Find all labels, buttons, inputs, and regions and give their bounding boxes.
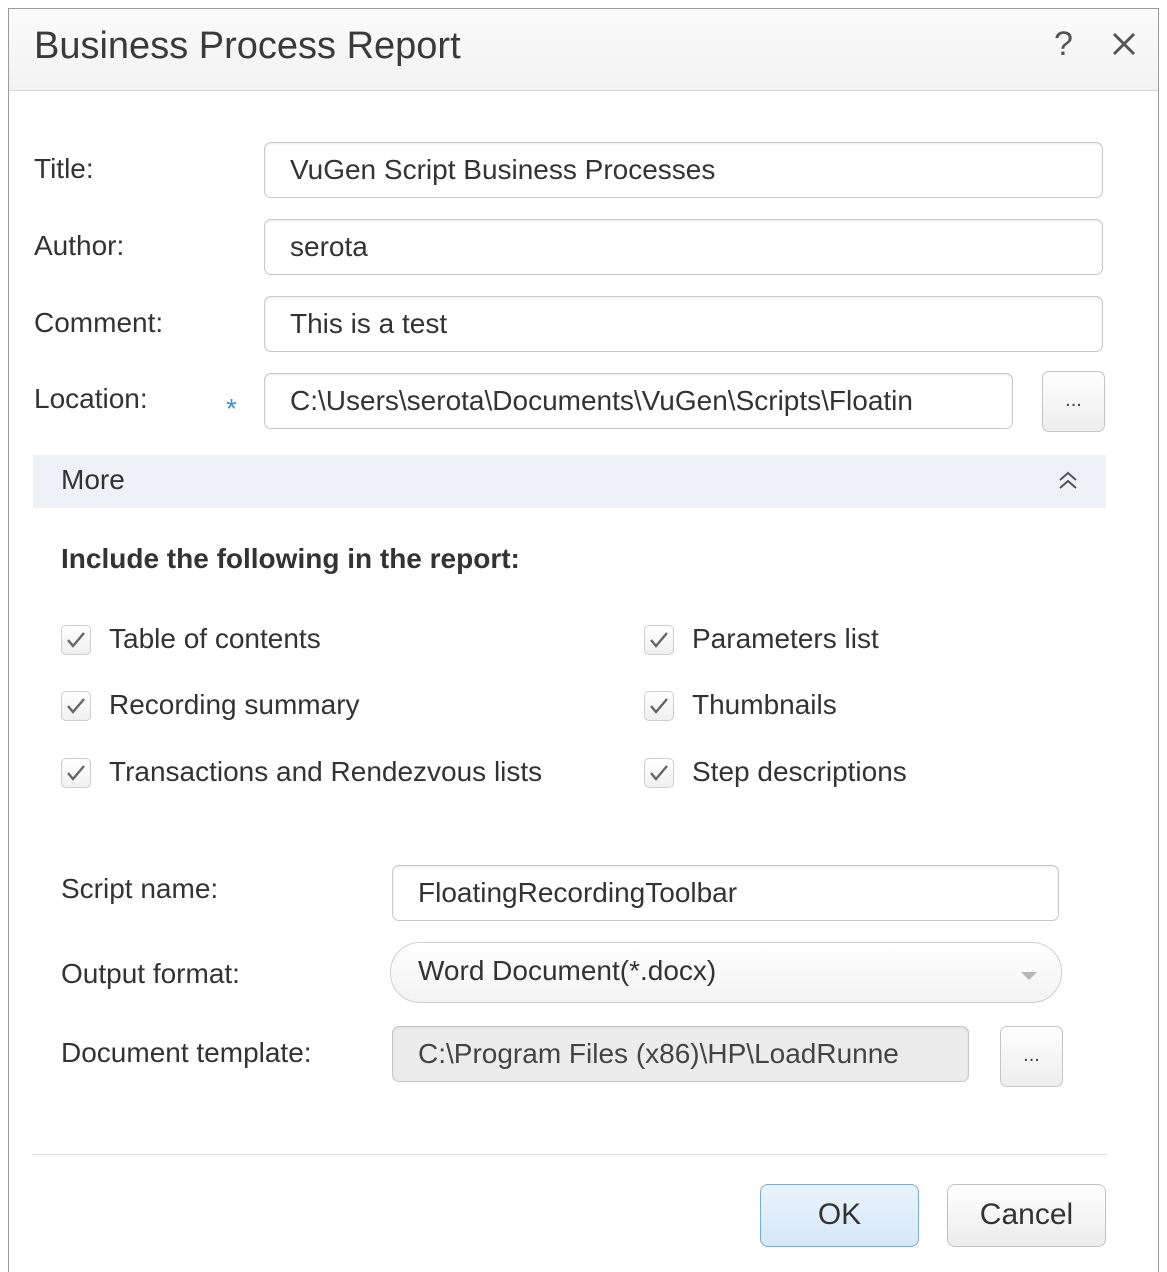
script-name-label: Script name: xyxy=(61,873,219,904)
checkbox[interactable] xyxy=(61,625,91,655)
more-label: More xyxy=(61,464,125,495)
option-label: Thumbnails xyxy=(692,689,837,720)
include-heading: Include the following in the report: xyxy=(61,543,520,574)
document-template-input[interactable]: C:\Program Files (x86)\HP\LoadRunne xyxy=(392,1026,969,1082)
dialog-title: Business Process Report xyxy=(34,25,461,67)
option-label: Transactions and Rendezvous lists xyxy=(109,756,543,787)
location-input[interactable]: C:\Users\serota\Documents\VuGen\Scripts\… xyxy=(264,373,1013,429)
business-process-report-dialog: Business Process Report ? Title: VuGen S… xyxy=(8,8,1159,1272)
comment-label: Comment: xyxy=(34,307,164,338)
option-label: Parameters list xyxy=(692,623,879,654)
required-indicator: * xyxy=(226,393,237,424)
ok-button[interactable]: OK xyxy=(760,1184,919,1247)
output-format-label: Output format: xyxy=(61,958,240,989)
cancel-button[interactable]: Cancel xyxy=(947,1184,1106,1247)
chevron-down-icon xyxy=(1019,969,1039,987)
option-label: Recording summary xyxy=(109,689,360,720)
more-section-toggle[interactable]: More xyxy=(33,455,1106,508)
double-chevron-up-icon xyxy=(1056,469,1080,493)
close-icon[interactable] xyxy=(1109,29,1139,59)
comment-input[interactable]: This is a test xyxy=(264,296,1103,352)
location-label: Location: xyxy=(34,383,148,414)
output-format-value: Word Document(*.docx) xyxy=(418,955,717,986)
document-template-label: Document template: xyxy=(61,1037,312,1068)
title-input[interactable]: VuGen Script Business Processes xyxy=(264,142,1103,198)
footer-divider xyxy=(33,1154,1106,1155)
checkbox[interactable] xyxy=(644,758,674,788)
option-label: Table of contents xyxy=(109,623,321,654)
option-label: Step descriptions xyxy=(692,756,907,787)
title-label: Title: xyxy=(34,153,94,184)
output-format-select[interactable]: Word Document(*.docx) xyxy=(390,942,1062,1003)
dialog-titlebar: Business Process Report ? xyxy=(9,9,1158,91)
checkbox[interactable] xyxy=(61,758,91,788)
checkbox[interactable] xyxy=(644,691,674,721)
script-name-input[interactable]: FloatingRecordingToolbar xyxy=(392,865,1059,921)
author-input[interactable]: serota xyxy=(264,219,1103,275)
template-browse-button[interactable]: ... xyxy=(1000,1026,1063,1087)
help-button[interactable]: ? xyxy=(1054,25,1073,64)
author-label: Author: xyxy=(34,230,125,261)
checkbox[interactable] xyxy=(644,625,674,655)
location-browse-button[interactable]: ... xyxy=(1042,371,1105,432)
checkbox[interactable] xyxy=(61,691,91,721)
